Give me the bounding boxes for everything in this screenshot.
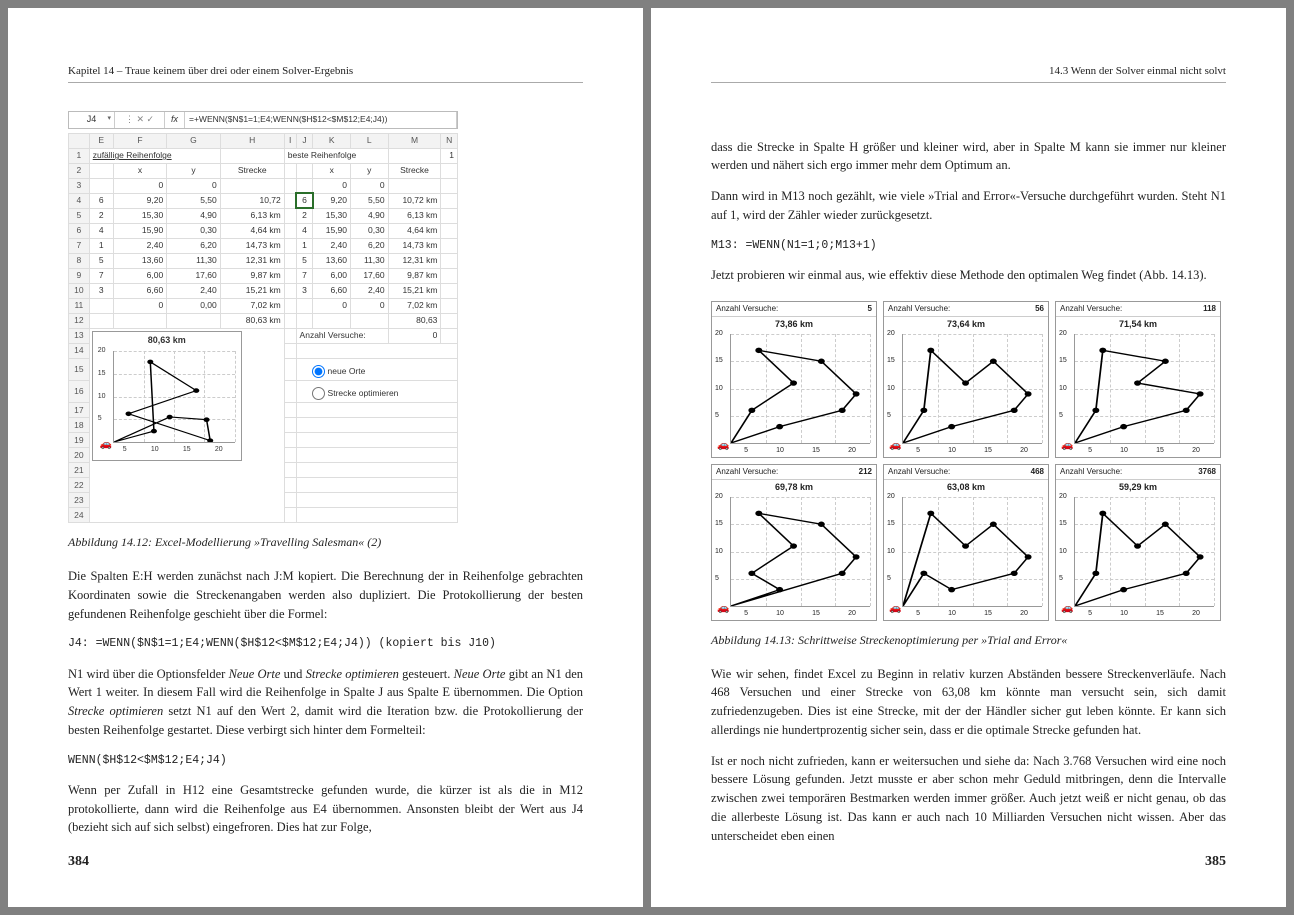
formula-text: =+WENN($N$1=1;E4;WENN($H$12<$M$12;E4;J4)… — [185, 112, 457, 128]
radio-neue-orte[interactable] — [312, 365, 325, 378]
tsp-panel: Anzahl Versuche:3768 59,29 km 20 15 10 5… — [1055, 464, 1221, 621]
code-line: M13: =WENN(N1=1;0;M13+1) — [711, 237, 1226, 254]
body-text: Ist er noch nicht zufrieden, kann er wei… — [711, 752, 1226, 846]
body-text: dass die Strecke in Spalte H größer und … — [711, 138, 1226, 176]
page-left: Kapitel 14 – Traue keinem über drei oder… — [8, 8, 643, 907]
tsp-panel: Anzahl Versuche:56 73,64 km 20 15 10 5 🚗… — [883, 301, 1049, 458]
page-number: 384 — [68, 851, 89, 872]
tsp-panel: Anzahl Versuche:468 63,08 km 20 15 10 5 … — [883, 464, 1049, 621]
body-text: Dann wird in M13 noch gezählt, wie viele… — [711, 187, 1226, 225]
figure-caption-14-12: Abbildung 14.12: Excel-Modellierung »Tra… — [68, 533, 583, 551]
tsp-panel: Anzahl Versuche:5 73,86 km 20 15 10 5 🚗 … — [711, 301, 877, 458]
page-right: 14.3 Wenn der Solver einmal nicht solvt … — [651, 8, 1286, 907]
figure-14-13-grid: Anzahl Versuche:5 73,86 km 20 15 10 5 🚗 … — [711, 301, 1221, 621]
formula-bar-icons: ⋮ ✕ ✓ — [115, 112, 165, 128]
running-header-left: Kapitel 14 – Traue keinem über drei oder… — [68, 63, 583, 83]
code-line: WENN($H$12<$M$12;E4;J4) — [68, 752, 583, 769]
running-header-right: 14.3 Wenn der Solver einmal nicht solvt — [711, 63, 1226, 83]
figure-caption-14-13: Abbildung 14.13: Schrittweise Streckenop… — [711, 631, 1226, 649]
tsp-panel: Anzahl Versuche:212 69,78 km 20 15 10 5 … — [711, 464, 877, 621]
excel-screenshot: J4 ⋮ ✕ ✓ fx =+WENN($N$1=1;E4;WENN($H$12<… — [68, 111, 458, 524]
spreadsheet-grid: EFGHIJKLMN 1zufällige Reihenfolgebeste R… — [68, 133, 458, 524]
fx-label: fx — [165, 112, 185, 128]
body-text: Wenn per Zufall in H12 eine Gesamtstreck… — [68, 781, 583, 837]
code-line: J4: =WENN($N$1=1;E4;WENN($H$12<$M$12;E4;… — [68, 635, 583, 652]
tsp-mini-chart: 80,63 km 20 15 10 5 — [92, 331, 242, 461]
tsp-panel: Anzahl Versuche:118 71,54 km 20 15 10 5 … — [1055, 301, 1221, 458]
body-text: Wie wir sehen, findet Excel zu Beginn in… — [711, 665, 1226, 740]
name-box: J4 — [69, 112, 115, 128]
page-number: 385 — [1205, 851, 1226, 872]
body-text: Jetzt probieren wir einmal aus, wie effe… — [711, 266, 1226, 285]
home-icon: 🚗 — [100, 437, 112, 452]
body-text: N1 wird über die Optionsfelder Neue Orte… — [68, 665, 583, 740]
body-text: Die Spalten E:H werden zunächst nach J:M… — [68, 567, 583, 623]
formula-bar: J4 ⋮ ✕ ✓ fx =+WENN($N$1=1;E4;WENN($H$12<… — [68, 111, 458, 129]
radio-strecke-optimieren[interactable] — [312, 387, 325, 400]
